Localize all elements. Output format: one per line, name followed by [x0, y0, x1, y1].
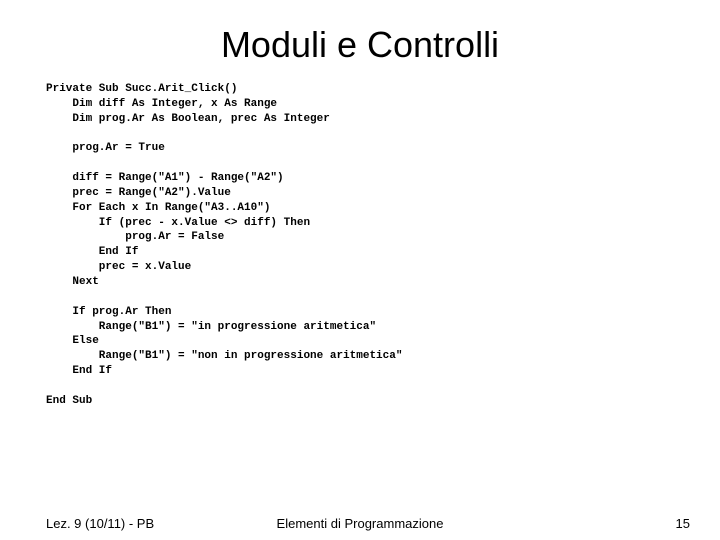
footer-page-number: 15	[676, 516, 690, 531]
page-title: Moduli e Controlli	[0, 0, 720, 78]
code-block: Private Sub Succ.Arit_Click() Dim diff A…	[0, 78, 720, 409]
slide: Moduli e Controlli Private Sub Succ.Arit…	[0, 0, 720, 540]
footer-center: Elementi di Programmazione	[0, 516, 720, 531]
